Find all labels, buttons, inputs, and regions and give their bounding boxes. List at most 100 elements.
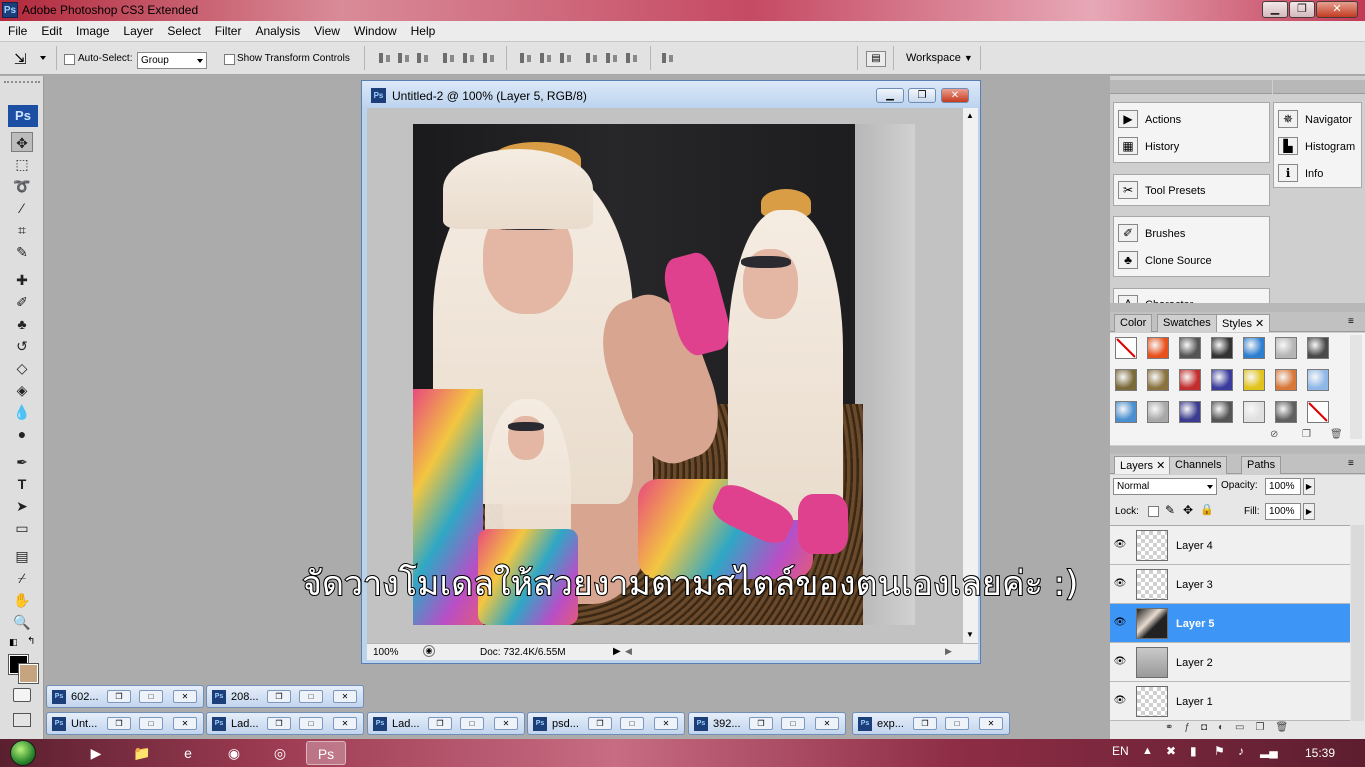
scroll-right-icon[interactable]: ▶: [945, 646, 952, 657]
volume-tray-icon[interactable]: ♪: [1238, 744, 1244, 758]
notes-tool-icon[interactable]: ▤: [11, 546, 33, 566]
move-tool-preset-icon[interactable]: ⇲: [14, 50, 27, 68]
panel-grip[interactable]: [1273, 80, 1365, 94]
tab-color[interactable]: Color: [1114, 314, 1153, 332]
crop-tool-icon[interactable]: ⌗: [11, 220, 33, 240]
align-hcenter-icon[interactable]: [461, 52, 477, 64]
new-layer-icon[interactable]: ❐: [1256, 722, 1276, 733]
menu-help[interactable]: Help: [403, 21, 442, 41]
document-restore-icon[interactable]: ❐: [908, 88, 936, 103]
panel-menu-icon[interactable]: ≡: [1348, 316, 1354, 327]
close-icon[interactable]: ✕: [1316, 1, 1358, 18]
paint-bucket-icon[interactable]: ◈: [11, 380, 33, 400]
close-icon[interactable]: ✕: [173, 717, 197, 730]
eye-icon[interactable]: 👁: [1113, 695, 1127, 706]
align-right-icon[interactable]: [481, 52, 497, 64]
lock-transparent-icon[interactable]: [1148, 506, 1159, 517]
bridge-icon[interactable]: ▤: [866, 51, 886, 67]
firefox-icon[interactable]: ◉: [214, 741, 254, 765]
style-swatch[interactable]: [1275, 337, 1297, 359]
close-icon[interactable]: ✕: [1255, 318, 1264, 330]
style-swatch-none[interactable]: [1307, 401, 1329, 423]
menu-analysis[interactable]: Analysis: [247, 21, 306, 41]
eye-icon[interactable]: 👁: [1113, 578, 1127, 589]
panel-grip[interactable]: [1110, 80, 1272, 94]
menu-edit[interactable]: Edit: [33, 21, 68, 41]
maximize-icon[interactable]: □: [620, 717, 644, 730]
minimized-doc[interactable]: Ps 602... ❐ □ ✕: [46, 685, 204, 708]
tab-layers[interactable]: Layers ✕: [1114, 456, 1172, 474]
type-tool-icon[interactable]: T: [11, 474, 33, 494]
style-swatch[interactable]: [1115, 401, 1137, 423]
blur-tool-icon[interactable]: 💧: [11, 402, 33, 422]
layer-mask-icon[interactable]: ◘: [1201, 722, 1218, 733]
panel-grip[interactable]: [1110, 446, 1365, 454]
distribute-vcenter-icon[interactable]: [538, 52, 554, 64]
align-vcenter-icon[interactable]: [396, 52, 412, 64]
media-player-icon[interactable]: ▶: [76, 741, 116, 765]
close-icon[interactable]: ✕: [173, 690, 197, 703]
style-swatch[interactable]: [1307, 369, 1329, 391]
maximize-icon[interactable]: □: [139, 717, 163, 730]
clear-style-icon[interactable]: ⊘: [1270, 429, 1278, 440]
style-swatch[interactable]: [1211, 369, 1233, 391]
close-icon[interactable]: ✕: [333, 690, 357, 703]
opacity-slider-arrow-icon[interactable]: ▶: [1303, 478, 1315, 495]
panel-button-brushes[interactable]: ✐ Brushes: [1114, 220, 1269, 247]
style-swatch[interactable]: [1275, 369, 1297, 391]
eye-icon[interactable]: 👁: [1113, 617, 1127, 628]
panel-grip[interactable]: [4, 81, 40, 89]
restore-icon[interactable]: ❐: [1289, 1, 1315, 18]
style-swatch[interactable]: [1179, 369, 1201, 391]
close-icon[interactable]: ✕: [333, 717, 357, 730]
panel-button-info[interactable]: ℹ Info: [1274, 160, 1362, 187]
chevron-down-icon[interactable]: [40, 56, 46, 60]
style-swatch[interactable]: [1147, 401, 1169, 423]
menu-window[interactable]: Window: [346, 21, 403, 41]
trash-icon[interactable]: 🗑: [1275, 722, 1299, 733]
panel-button-actions[interactable]: ▶ Actions: [1114, 106, 1269, 133]
maximize-icon[interactable]: □: [460, 717, 484, 730]
minimized-doc[interactable]: Ps Unt... ❐ □ ✕: [46, 712, 204, 735]
swap-colors-icon[interactable]: ↰: [27, 636, 35, 647]
distribute-top-icon[interactable]: [518, 52, 534, 64]
align-bottom-icon[interactable]: [415, 52, 431, 64]
status-menu-arrow-icon[interactable]: ▶: [613, 646, 621, 657]
zoom-level[interactable]: 100%: [373, 647, 399, 658]
minimized-doc[interactable]: Ps 208... ❐ □ ✕: [206, 685, 364, 708]
minimized-doc[interactable]: Ps 392... ❐ □ ✕: [688, 712, 846, 735]
history-brush-icon[interactable]: ↺: [11, 336, 33, 356]
style-swatch[interactable]: [1147, 337, 1169, 359]
adjustment-layer-icon[interactable]: ◐: [1218, 722, 1235, 733]
canvas-image[interactable]: [413, 124, 915, 625]
clone-stamp-icon[interactable]: ♣: [11, 314, 33, 334]
tab-paths[interactable]: Paths: [1241, 456, 1282, 474]
internet-explorer-icon[interactable]: e: [168, 741, 208, 765]
maximize-icon[interactable]: □: [945, 717, 969, 730]
panel-menu-icon[interactable]: ≡: [1348, 458, 1354, 469]
layer-row[interactable]: 👁 Layer 2: [1110, 643, 1350, 682]
restore-icon[interactable]: ❐: [107, 717, 131, 730]
quick-mask-icon[interactable]: [13, 688, 31, 702]
eye-icon[interactable]: 👁: [1113, 656, 1127, 667]
minimize-icon[interactable]: ▁: [1262, 1, 1288, 18]
maximize-icon[interactable]: □: [139, 690, 163, 703]
pen-tool-icon[interactable]: ✒: [11, 452, 33, 472]
eye-icon[interactable]: 👁: [1113, 539, 1127, 550]
lasso-tool-icon[interactable]: ➰: [11, 176, 33, 196]
dodge-tool-icon[interactable]: ●: [11, 424, 33, 444]
close-icon[interactable]: ✕: [654, 717, 678, 730]
status-options-icon[interactable]: ◉: [423, 645, 435, 657]
close-icon[interactable]: ✕: [979, 717, 1003, 730]
align-left-icon[interactable]: [441, 52, 457, 64]
panel-button-histogram[interactable]: ▙ Histogram: [1274, 133, 1362, 160]
clock[interactable]: 15:39: [1305, 746, 1335, 760]
layer-row[interactable]: 👁 Layer 3: [1110, 565, 1350, 604]
layer-row[interactable]: 👁 Layer 1: [1110, 682, 1350, 721]
minimized-doc[interactable]: Ps Lad... ❐ □ ✕: [206, 712, 364, 735]
restore-icon[interactable]: ❐: [749, 717, 773, 730]
photoshop-task-icon[interactable]: Ps: [306, 741, 346, 765]
opacity-input[interactable]: 100%: [1265, 478, 1301, 495]
slice-tool-icon[interactable]: ✎: [11, 242, 33, 262]
document-minimize-icon[interactable]: ▁: [876, 88, 904, 103]
